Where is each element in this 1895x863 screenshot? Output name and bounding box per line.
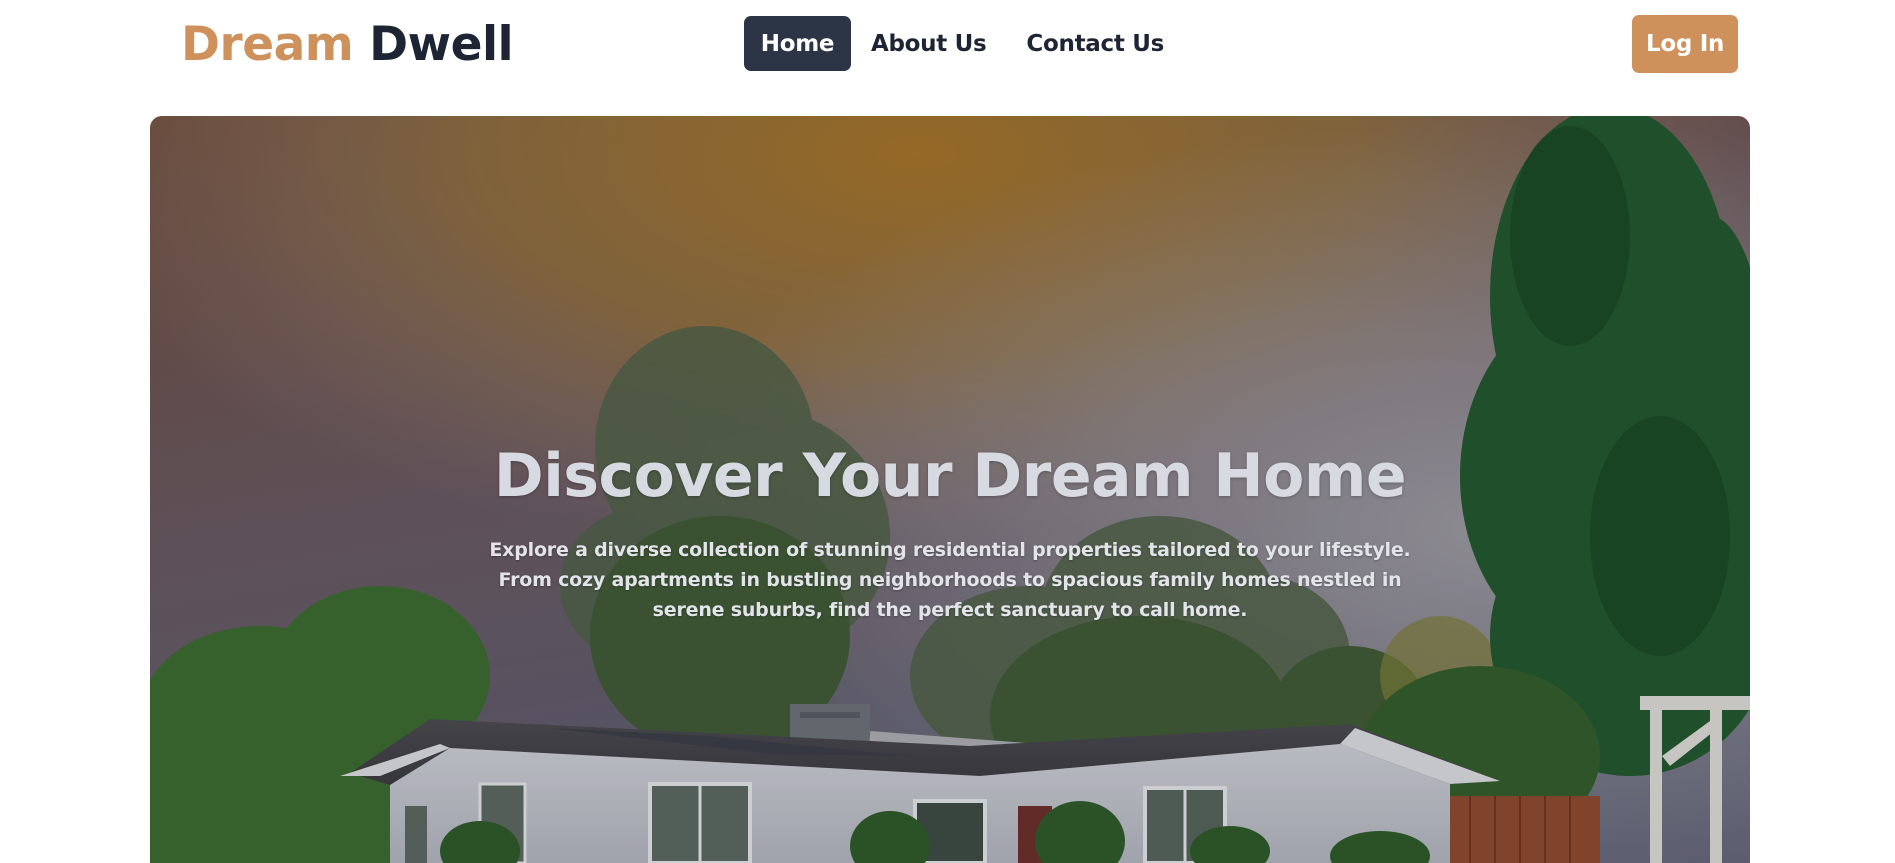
hero-title: Discover Your Dream Home <box>493 441 1407 511</box>
nav-about-us[interactable]: About Us <box>851 16 1006 71</box>
main-nav: Home About Us Contact Us <box>744 16 1184 71</box>
brand-logo[interactable]: Dream Dwell <box>181 14 514 76</box>
nav-contact-us[interactable]: Contact Us <box>1006 16 1184 71</box>
hero-banner: Discover Your Dream Home Explore a diver… <box>150 116 1750 863</box>
page: Dream Dwell Home About Us Contact Us Log… <box>0 0 1895 863</box>
hero-description: Explore a diverse collection of stunning… <box>489 539 1411 621</box>
logo-word-dream: Dream <box>181 17 354 72</box>
nav-home[interactable]: Home <box>744 16 851 71</box>
logo-word-dwell: Dwell <box>369 17 514 72</box>
site-header: Dream Dwell Home About Us Contact Us Log… <box>0 0 1895 100</box>
hero-content: Discover Your Dream Home Explore a diver… <box>150 116 1750 863</box>
login-button[interactable]: Log In <box>1632 15 1738 73</box>
